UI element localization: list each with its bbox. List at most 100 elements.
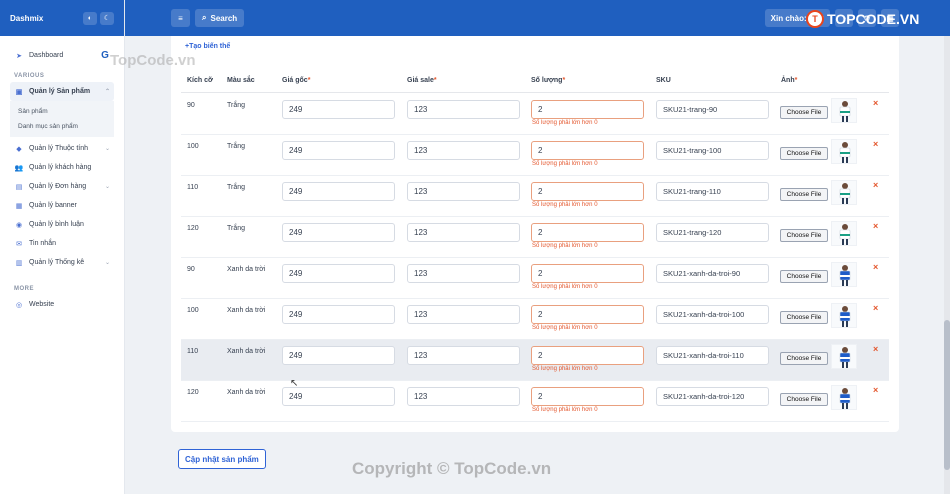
table-row: 120 Trắng 249 123 2 Số lượng phải lớn hơn 0 SK… — [181, 217, 889, 258]
sale-price-input[interactable]: 123 — [407, 141, 520, 160]
choose-file-button[interactable]: Choose File — [780, 270, 828, 283]
search-button[interactable]: ⌕ Search — [195, 9, 245, 27]
quantity-error: Số lượng phải lớn hơn 0 — [532, 243, 598, 249]
product-thumbnail — [831, 262, 857, 287]
remove-row-icon[interactable]: × — [873, 385, 878, 395]
sale-price-input[interactable]: 123 — [407, 100, 520, 119]
topcode-logo-text: TOPCODE.VN — [827, 11, 920, 27]
menu-toggle-button[interactable]: ≡ — [171, 9, 190, 27]
choose-file-button[interactable]: Choose File — [780, 311, 828, 324]
quantity-error: Số lượng phải lớn hơn 0 — [532, 161, 598, 167]
sidebar-subitem-products[interactable]: Sản phẩm — [10, 104, 114, 119]
sale-price-input[interactable]: 123 — [407, 223, 520, 242]
image-icon: ▦ — [15, 202, 23, 210]
price-input[interactable]: 249 — [282, 387, 395, 406]
remove-row-icon[interactable]: × — [873, 180, 878, 190]
sale-price-input[interactable]: 123 — [407, 387, 520, 406]
price-input[interactable]: 249 — [282, 346, 395, 365]
chevron-down-icon: ⌄ — [104, 260, 110, 266]
dark-mode-icon[interactable]: ☾ — [100, 11, 114, 25]
sku-input[interactable]: SKU21-xanh-da-troi-120 — [656, 387, 769, 406]
sidebar-item-banner[interactable]: ▦ Quản lý banner — [0, 196, 124, 215]
quantity-input[interactable]: 2 — [531, 182, 644, 201]
chevron-down-icon: ⌄ — [104, 184, 110, 190]
sku-input[interactable]: SKU21-trang-90 — [656, 100, 769, 119]
quantity-input[interactable]: 2 — [531, 141, 644, 160]
sale-price-input[interactable]: 123 — [407, 182, 520, 201]
table-row: 100 Xanh da trời 249 123 2 Số lượng phải lớn … — [181, 299, 889, 340]
box-icon: ▣ — [15, 88, 23, 96]
sku-input[interactable]: SKU21-xanh-da-troi-90 — [656, 264, 769, 283]
choose-file-button[interactable]: Choose File — [780, 393, 828, 406]
quantity-error: Số lượng phải lớn hơn 0 — [532, 202, 598, 208]
users-icon: 👥 — [14, 164, 24, 172]
column-color: Màu sắc — [227, 77, 255, 84]
sidebar-item-comments[interactable]: ◉ Quản lý bình luận — [0, 215, 124, 234]
sku-input[interactable]: SKU21-xanh-da-troi-100 — [656, 305, 769, 324]
sidebar-item-attributes[interactable]: ◆ Quản lý Thuộc tính ⌄ — [0, 139, 124, 158]
sale-price-input[interactable]: 123 — [407, 346, 520, 365]
quantity-input[interactable]: 2 — [531, 100, 644, 119]
price-input[interactable]: 249 — [282, 100, 395, 119]
color-value: Xanh da trời — [227, 348, 266, 355]
column-sku: SKU — [656, 77, 671, 84]
remove-row-icon[interactable]: × — [873, 262, 878, 272]
quantity-input[interactable]: 2 — [531, 264, 644, 283]
sidebar-item-stats[interactable]: ▥ Quản lý Thống kê ⌄ — [0, 253, 124, 272]
color-value: Xanh da trời — [227, 389, 266, 396]
brand-name[interactable]: Dashmix — [10, 14, 80, 23]
choose-file-button[interactable]: Choose File — [780, 106, 828, 119]
price-input[interactable]: 249 — [282, 305, 395, 324]
chevron-down-icon: ⌄ — [104, 146, 110, 152]
sidebar-subitem-categories[interactable]: Danh mục sản phẩm — [10, 119, 114, 134]
theme-toggle-icon[interactable]: ◐ — [83, 11, 97, 25]
price-input[interactable]: 249 — [282, 182, 395, 201]
remove-row-icon[interactable]: × — [873, 139, 878, 149]
sale-price-input[interactable]: 123 — [407, 305, 520, 324]
size-value: 100 — [187, 307, 199, 314]
quantity-input[interactable]: 2 — [531, 346, 644, 365]
quantity-input[interactable]: 2 — [531, 305, 644, 324]
sidebar-item-label: Quản lý Thuộc tính — [29, 145, 89, 152]
sidebar-item-messages[interactable]: ✉ Tin nhắn — [0, 234, 124, 253]
product-submenu: Sản phẩm Danh mục sản phẩm — [10, 101, 114, 137]
remove-row-icon[interactable]: × — [873, 344, 878, 354]
sale-price-input[interactable]: 123 — [407, 264, 520, 283]
product-thumbnail — [831, 385, 857, 410]
quantity-error: Số lượng phải lớn hơn 0 — [532, 407, 598, 413]
choose-file-button[interactable]: Choose File — [780, 147, 828, 160]
remove-row-icon[interactable]: × — [873, 221, 878, 231]
color-value: Trắng — [227, 184, 246, 191]
sidebar-item-customers[interactable]: 👥 Quản lý khách hàng — [0, 158, 124, 177]
product-thumbnail — [831, 139, 857, 164]
price-input[interactable]: 249 — [282, 141, 395, 160]
remove-row-icon[interactable]: × — [873, 98, 878, 108]
quantity-input[interactable]: 2 — [531, 223, 644, 242]
quantity-input[interactable]: 2 — [531, 387, 644, 406]
remove-row-icon[interactable]: × — [873, 303, 878, 313]
color-value: Trắng — [227, 102, 246, 109]
update-product-button[interactable]: Cập nhật sản phẩm — [178, 449, 266, 469]
price-input[interactable]: 249 — [282, 264, 395, 283]
size-value: 100 — [187, 143, 199, 150]
sku-input[interactable]: SKU21-xanh-da-troi-110 — [656, 346, 769, 365]
sidebar-item-label: Dashboard — [29, 52, 64, 59]
scrollbar-thumb[interactable] — [944, 320, 950, 470]
sidebar-item-orders[interactable]: ▤ Quản lý Đơn hàng ⌄ — [0, 177, 124, 196]
choose-file-button[interactable]: Choose File — [780, 352, 828, 365]
choose-file-button[interactable]: Choose File — [780, 229, 828, 242]
sidebar-item-website[interactable]: ◎ Website — [0, 295, 124, 314]
sku-input[interactable]: SKU21-trang-100 — [656, 141, 769, 160]
size-value: 90 — [187, 102, 195, 109]
sku-input[interactable]: SKU21-trang-110 — [656, 182, 769, 201]
product-thumbnail — [831, 180, 857, 205]
shirt-image-icon — [839, 183, 851, 204]
sku-input[interactable]: SKU21-trang-120 — [656, 223, 769, 242]
price-input[interactable]: 249 — [282, 223, 395, 242]
choose-file-button[interactable]: Choose File — [780, 188, 828, 201]
shirt-image-icon — [839, 306, 851, 327]
color-value: Xanh da trời — [227, 266, 266, 273]
sidebar-item-product-management[interactable]: ▣ Quản lý Sản phẩm ⌃ — [10, 82, 114, 101]
add-variant-link[interactable]: +Tạo biến thể — [185, 43, 230, 50]
size-value: 90 — [187, 266, 195, 273]
